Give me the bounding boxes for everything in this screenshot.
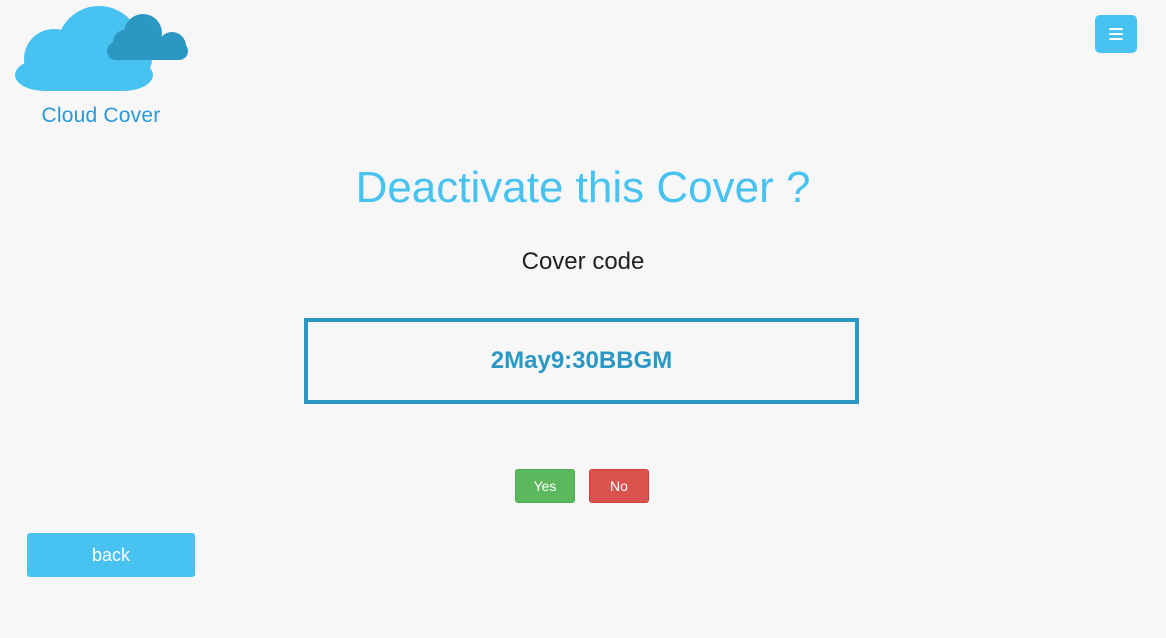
page-title: Deactivate this Cover ? <box>355 163 811 212</box>
yes-button[interactable]: Yes <box>515 469 575 503</box>
brand-name: Cloud Cover <box>41 104 161 127</box>
cloud-icon <box>15 6 188 91</box>
menu-button[interactable] <box>1095 15 1137 53</box>
logo[interactable]: Cloud Cover <box>12 4 192 134</box>
hamburger-menu-icon <box>1109 28 1123 40</box>
back-button[interactable]: back <box>27 533 195 577</box>
cover-code-box: 2May9:30BBGM <box>304 318 859 404</box>
cover-code-label: Cover code <box>521 248 645 275</box>
no-button[interactable]: No <box>589 469 649 503</box>
cover-code-value: 2May9:30BBGM <box>490 347 673 374</box>
